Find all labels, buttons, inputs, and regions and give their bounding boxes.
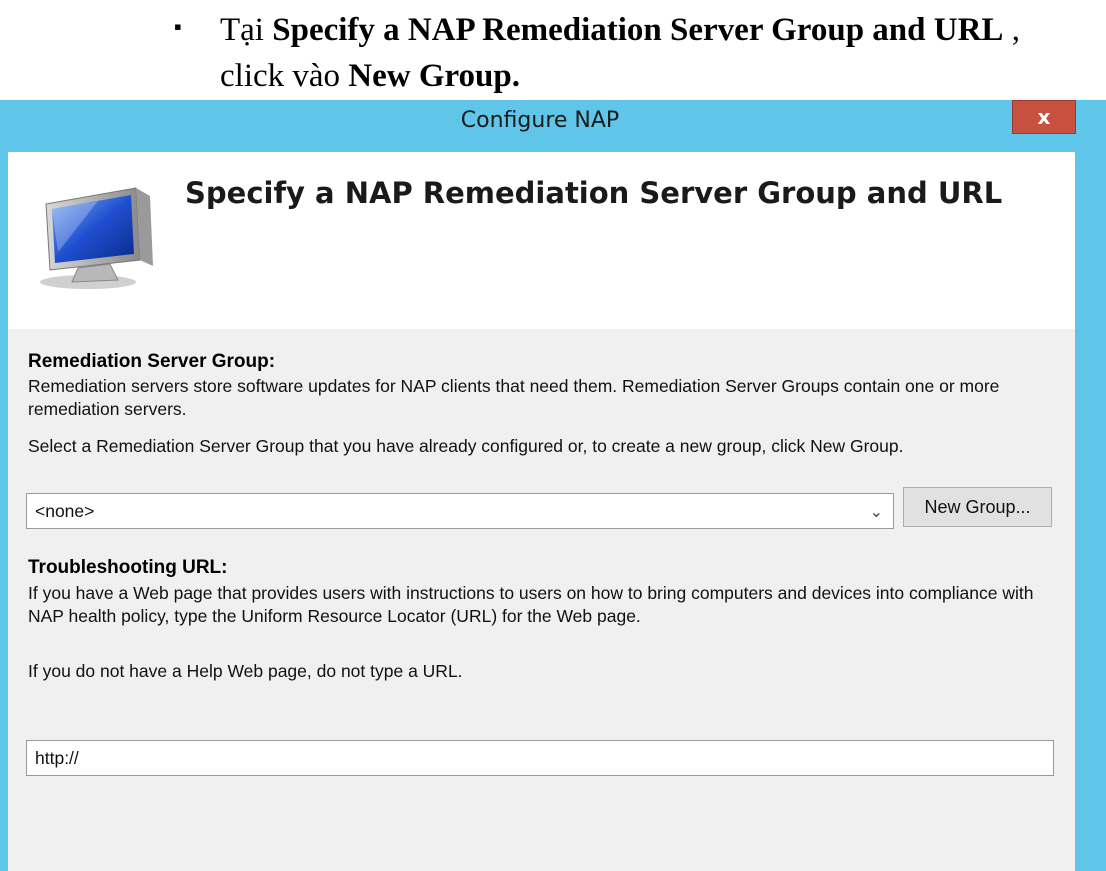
troubleshooting-url-input[interactable]: http:// xyxy=(26,740,1054,776)
close-icon: x xyxy=(1037,105,1051,129)
instruction-line-2-bold: New Group. xyxy=(348,58,521,94)
remediation-description: Remediation servers store software updat… xyxy=(28,376,1000,419)
troubleshooting-note: If you do not have a Help Web page, do n… xyxy=(28,661,463,681)
instruction-text: ▪ Tại Specify a NAP Remediation Server G… xyxy=(0,0,1106,100)
computer-monitor-icon xyxy=(40,187,153,289)
troubleshooting-url-value: http:// xyxy=(35,748,79,768)
instruction-line-1-bold: Specify a NAP Remediation Server Group a… xyxy=(272,12,1004,48)
window-title: Configure NAP xyxy=(460,108,620,133)
wizard-content: Remediation Server Group: Remediation se… xyxy=(8,329,1075,871)
wizard-header: Specify a NAP Remediation Server Group a… xyxy=(8,152,1075,329)
dialog-client-area: Specify a NAP Remediation Server Group a… xyxy=(8,152,1075,871)
remediation-group-value: <none> xyxy=(35,501,95,521)
bullet-icon: ▪ xyxy=(174,14,182,39)
remediation-group-select[interactable]: <none> ⌄ xyxy=(26,493,894,529)
instruction-line-1: Tại Specify a NAP Remediation Server Gro… xyxy=(220,12,1020,49)
page-title: Specify a NAP Remediation Server Group a… xyxy=(185,176,1003,210)
title-bar[interactable]: Configure NAP x xyxy=(0,100,1106,150)
instruction-line-2-prefix: click vào xyxy=(220,58,349,94)
instruction-line-1-prefix: Tại xyxy=(220,12,273,48)
troubleshooting-description: If you have a Web page that provides use… xyxy=(28,583,1034,626)
remediation-instruction: Select a Remediation Server Group that y… xyxy=(28,436,904,456)
new-group-button[interactable]: New Group... xyxy=(903,487,1052,527)
close-button[interactable]: x xyxy=(1012,100,1076,134)
instruction-line-2: click vào New Group. xyxy=(220,58,520,95)
remediation-heading: Remediation Server Group: xyxy=(28,351,276,372)
troubleshooting-heading: Troubleshooting URL: xyxy=(28,557,228,578)
configure-nap-window: Configure NAP x Specify a NAP Remediatio… xyxy=(0,100,1106,871)
chevron-down-icon[interactable]: ⌄ xyxy=(870,502,883,521)
instruction-line-1-suffix: , xyxy=(1003,12,1020,48)
